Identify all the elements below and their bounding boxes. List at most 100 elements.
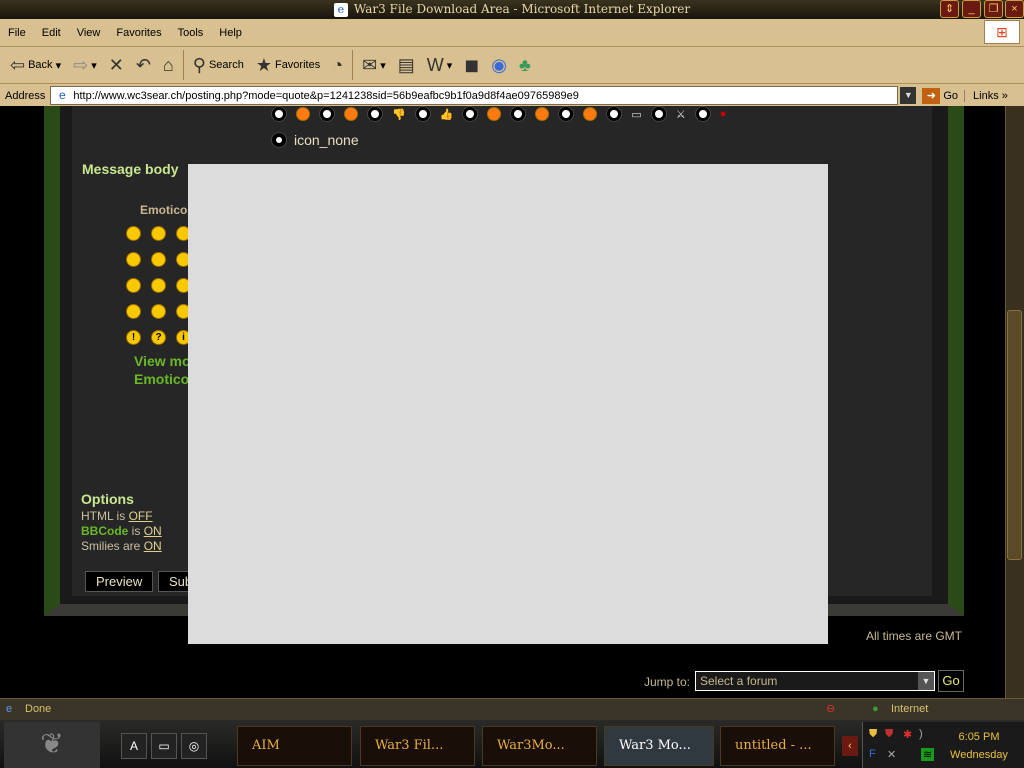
emoticon-razz[interactable] — [151, 278, 166, 293]
message-body-label: Message body — [82, 161, 179, 177]
mail-button[interactable]: ✉ ▾ — [356, 55, 392, 76]
history-button[interactable]: ◔ — [326, 55, 349, 76]
minimize-button[interactable]: _ — [962, 0, 981, 18]
html-off-link[interactable]: OFF — [129, 509, 153, 523]
smilies-on-link[interactable]: ON — [144, 539, 162, 553]
rollup-button[interactable]: ⇕ — [940, 0, 959, 18]
emoticon-very-happy[interactable] — [126, 226, 141, 241]
emoticon-surprised[interactable] — [126, 252, 141, 267]
menu-view[interactable]: View — [69, 22, 109, 44]
menu-help[interactable]: Help — [211, 22, 250, 44]
menu-file[interactable]: File — [0, 22, 34, 44]
separator — [352, 50, 354, 80]
go-button[interactable]: ➜ Go — [916, 87, 964, 104]
bbcode-is: is — [128, 524, 144, 538]
mail-icon: ✉ — [362, 54, 378, 75]
task-war3mo[interactable]: War3Mo... — [482, 726, 597, 766]
address-label: Address — [5, 89, 46, 102]
task-war3-file[interactable]: War3 Fil... — [360, 726, 475, 766]
window-title: War3 File Download Area - Microsoft Inte… — [353, 2, 691, 16]
back-button[interactable]: ⇦ Back ▾ — [4, 55, 67, 76]
forward-arrow-icon: ⇨ — [73, 54, 89, 75]
chevron-down-icon: ▼ — [918, 672, 934, 690]
quicklaunch-media-icon[interactable]: ◎ — [181, 733, 207, 759]
toolbar: ⇦ Back ▾ ⇨ ▾ ✕ ↶ ⌂ ⚲ Search ★ Favorites ◔ ✉ ▾… — [0, 46, 1024, 84]
bbcode-on-link[interactable]: ON — [144, 524, 162, 538]
start-button-dragon[interactable]: ❦ — [4, 722, 100, 768]
quicklaunch-desktop-icon[interactable]: ▭ — [151, 733, 177, 759]
post-icon-radio[interactable] — [559, 107, 574, 121]
address-dropdown-button[interactable]: ▼ — [900, 87, 917, 104]
status-bar: e Done ⊖ ● Internet — [0, 698, 1024, 720]
menu-tools[interactable]: Tools — [170, 22, 212, 44]
emoticon-evil[interactable] — [126, 304, 141, 319]
security-shield-icon: ⛊ — [869, 728, 878, 740]
task-untitled[interactable]: untitled - ... — [720, 726, 835, 766]
maximize-button[interactable]: ❐ — [984, 0, 1003, 18]
back-label: Back — [28, 59, 53, 71]
quicklaunch-aim-icon[interactable]: A — [121, 733, 147, 759]
icon-none-option[interactable]: icon_none — [272, 132, 359, 148]
smilies-status: Smilies are ON — [81, 539, 162, 553]
post-icon-radio[interactable] — [368, 107, 382, 121]
emoticon-mad[interactable] — [126, 278, 141, 293]
preview-button[interactable]: Preview — [85, 571, 154, 592]
emoticon-smile[interactable] — [151, 226, 166, 241]
task-war3-mo-active[interactable]: War3 Mo... — [604, 726, 714, 766]
research-button[interactable]: ◉ — [485, 55, 513, 76]
jump-go-button[interactable]: Go — [938, 670, 964, 692]
emoticon-exclaim[interactable]: ! — [126, 330, 141, 345]
scrollbar-thumb[interactable] — [1007, 310, 1022, 560]
post-icon-smile — [583, 107, 598, 121]
post-icon-radio[interactable] — [695, 107, 710, 121]
network-icon: F — [869, 748, 876, 760]
timezone-note: All times are GMT — [866, 629, 963, 643]
emoticon-question[interactable]: ? — [151, 330, 166, 345]
refresh-button[interactable]: ↶ — [130, 55, 157, 76]
clock-day: Wednesday — [950, 749, 1008, 761]
separator — [182, 50, 184, 80]
post-icon-radio[interactable] — [511, 107, 526, 121]
task-label: War3Mo... — [497, 738, 565, 753]
emoticon-twisted[interactable] — [151, 304, 166, 319]
post-icon-radio[interactable] — [415, 107, 430, 121]
edit-button[interactable]: W ▾ — [421, 55, 459, 76]
post-icon-thumbs-down: 👎 — [392, 108, 406, 121]
task-label: untitled - ... — [735, 738, 812, 753]
post-icon-shocked — [296, 107, 310, 121]
post-icon-radio[interactable] — [320, 107, 334, 121]
post-icon-radio[interactable] — [607, 107, 622, 121]
view-more-line2: Emoticons — [134, 371, 194, 387]
jump-forum-select[interactable]: Select a forum ▼ — [695, 671, 935, 691]
bbcode-link[interactable]: BBCode — [81, 524, 128, 538]
menu-favorites[interactable]: Favorites — [108, 22, 169, 44]
menu-edit[interactable]: Edit — [34, 22, 69, 44]
task-label: War3 Fil... — [375, 738, 444, 753]
print-button[interactable]: ▤ — [392, 55, 421, 76]
address-input[interactable]: e http://www.wc3sear.ch/posting.php?mode=… — [50, 86, 899, 105]
close-button[interactable]: × — [1005, 0, 1024, 18]
favorites-button[interactable]: ★ Favorites — [250, 55, 326, 76]
emoticon-confused[interactable] — [151, 252, 166, 267]
stop-button[interactable]: ✕ — [103, 55, 130, 76]
jump-select-value: Select a forum — [700, 674, 778, 688]
messenger-button[interactable]: ♣ — [513, 55, 537, 76]
tray-expand-button[interactable]: ‹ — [842, 736, 858, 756]
history-icon: ◔ — [332, 54, 344, 75]
view-more-emoticons-link[interactable]: View more Emoticons — [134, 352, 194, 388]
post-icon-radio[interactable] — [463, 107, 478, 121]
popup-blocked-icon: ⊖ — [826, 703, 836, 715]
search-button[interactable]: ⚲ Search — [187, 55, 250, 76]
icon-none-radio[interactable] — [272, 133, 286, 147]
home-button[interactable]: ⌂ — [157, 55, 180, 76]
post-icon-happy — [344, 107, 358, 121]
post-icon-angry — [487, 107, 502, 121]
discuss-button[interactable]: ◼ — [458, 55, 485, 76]
task-aim[interactable]: AIM — [237, 726, 352, 766]
forward-button[interactable]: ⇨ ▾ — [67, 55, 103, 76]
internet-zone-icon: ● — [872, 703, 879, 715]
links-button[interactable]: Links » — [964, 89, 1008, 102]
post-icon-radio[interactable] — [651, 107, 666, 121]
clock[interactable]: 6:05 PM Wednesday — [944, 728, 1014, 764]
post-icon-radio[interactable] — [272, 107, 286, 121]
